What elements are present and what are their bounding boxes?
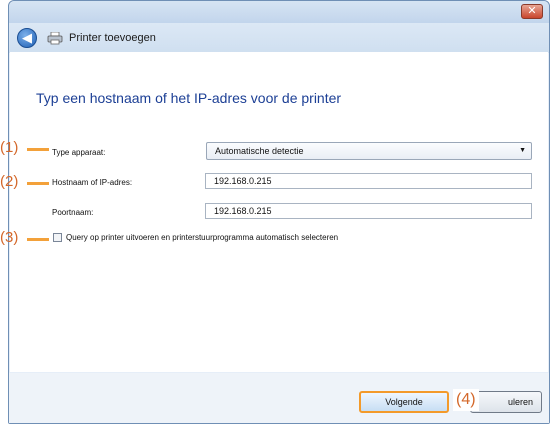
hostname-input[interactable]: 192.168.0.215: [205, 173, 532, 189]
callout-4: (4): [453, 389, 479, 411]
page-heading: Typ een hostnaam of het IP-adres voor de…: [36, 90, 342, 106]
query-printer-checkbox[interactable]: [53, 233, 62, 242]
close-button[interactable]: ✕: [521, 4, 543, 19]
callout-2-line: [27, 182, 49, 185]
title-bar: ✕: [9, 1, 549, 23]
device-type-label: Type apparaat:: [52, 148, 106, 157]
callout-1: (1): [0, 139, 19, 156]
cancel-button[interactable]: uleren: [470, 391, 542, 413]
portname-label: Poortnaam:: [52, 208, 94, 217]
portname-input[interactable]: 192.168.0.215: [205, 203, 532, 219]
navigation-bar: ◀ Printer toevoegen: [9, 23, 549, 53]
back-arrow-icon: ◀: [22, 30, 32, 45]
device-type-value: Automatische detectie: [215, 146, 304, 156]
device-type-dropdown[interactable]: Automatische detectie ▼: [206, 142, 532, 160]
callout-3-line: [27, 238, 49, 241]
close-icon: ✕: [527, 5, 537, 17]
callout-3: (3): [0, 229, 19, 246]
callout-2: (2): [0, 173, 19, 190]
query-printer-label: Query op printer uitvoeren en printerstu…: [66, 233, 339, 242]
callout-1-line: [27, 148, 49, 151]
hostname-label: Hostnaam of IP-adres:: [52, 178, 133, 187]
back-button[interactable]: ◀: [17, 28, 37, 48]
printer-icon: [47, 32, 63, 45]
chevron-down-icon: ▼: [519, 147, 526, 154]
dialog-title: Printer toevoegen: [69, 32, 156, 44]
next-button[interactable]: Volgende: [359, 391, 449, 413]
